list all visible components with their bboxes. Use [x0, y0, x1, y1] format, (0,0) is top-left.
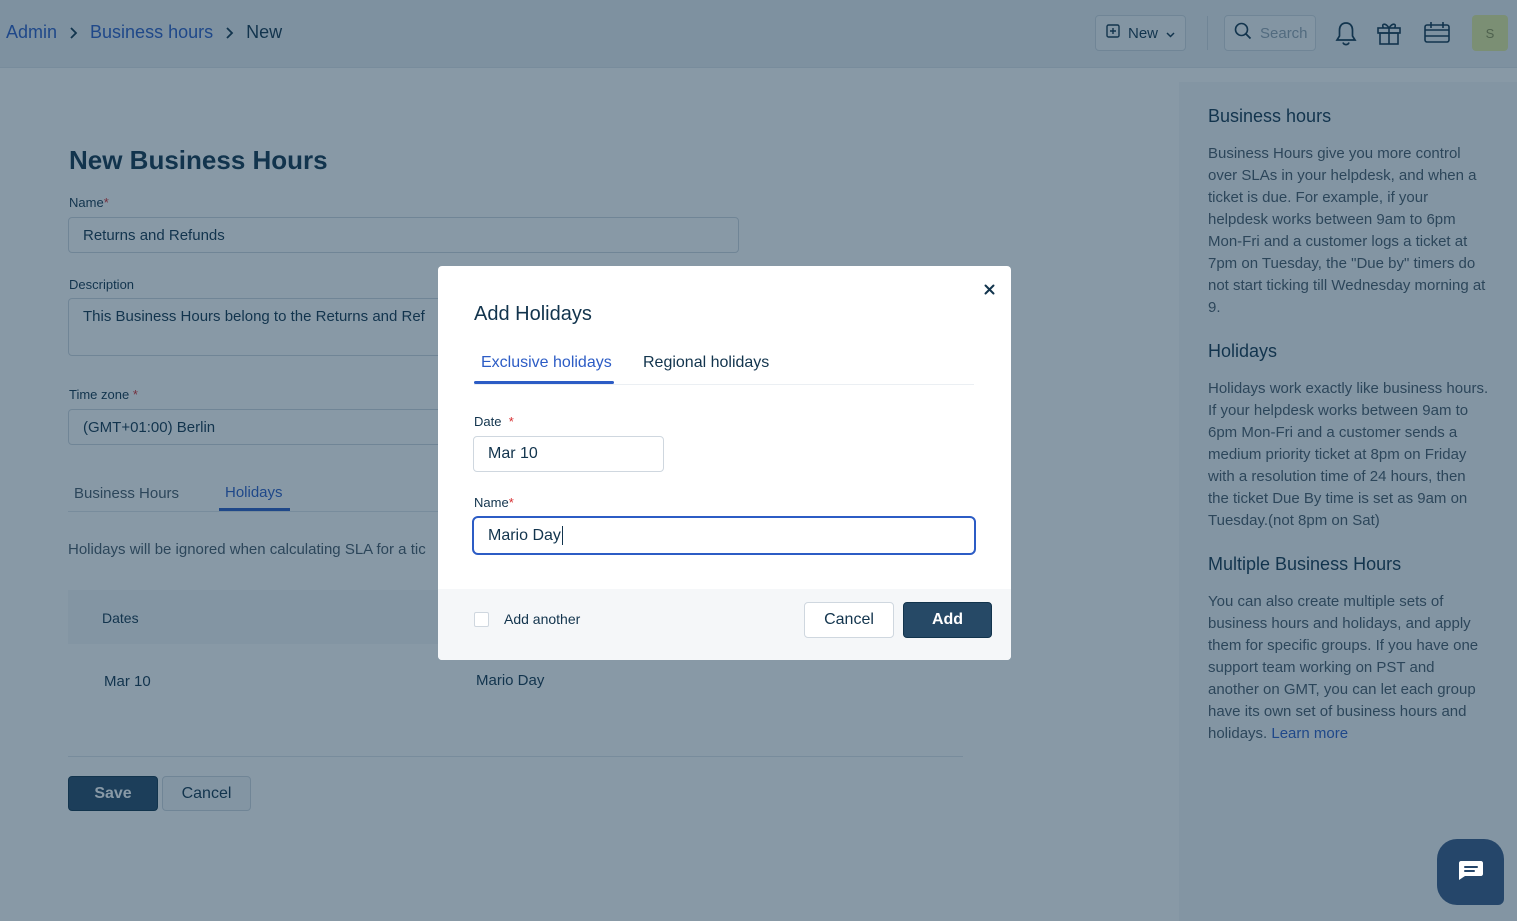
tab-regional-holidays[interactable]: Regional holidays — [643, 354, 769, 372]
add-holidays-modal: Add Holidays Exclusive holidays Regional… — [438, 266, 1011, 660]
modal-active-tab-indicator — [474, 381, 614, 384]
tab-exclusive-holidays[interactable]: Exclusive holidays — [481, 354, 612, 372]
chat-widget-button[interactable] — [1437, 839, 1504, 905]
chat-icon — [1457, 859, 1485, 886]
close-icon[interactable] — [979, 279, 999, 299]
date-label: Date * — [474, 414, 514, 429]
holiday-name-value: Mario Day — [488, 526, 561, 544]
add-another-checkbox[interactable] — [474, 612, 489, 627]
add-another-label[interactable]: Add another — [504, 611, 580, 627]
text-caret — [561, 526, 563, 545]
holiday-name-label: Name* — [474, 495, 514, 510]
date-field[interactable]: Mar 10 — [473, 436, 664, 472]
modal-cancel-button[interactable]: Cancel — [804, 602, 894, 638]
modal-tabs: Exclusive holidays Regional holidays — [474, 345, 974, 385]
modal-title: Add Holidays — [474, 303, 592, 325]
add-button[interactable]: Add — [903, 602, 992, 638]
holiday-name-field[interactable]: Mario Day — [472, 516, 976, 555]
